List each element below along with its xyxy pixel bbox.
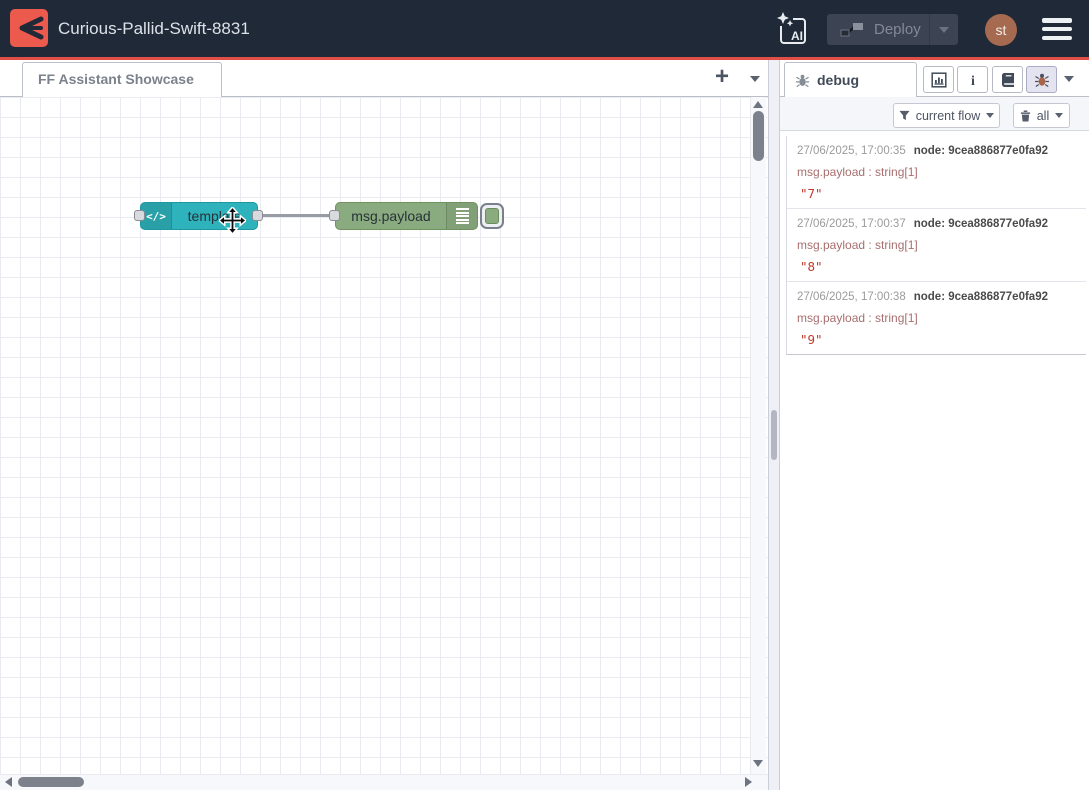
scroll-up-arrow-icon[interactable] bbox=[753, 101, 763, 108]
template-output-port[interactable] bbox=[252, 210, 263, 221]
bug-icon bbox=[1034, 72, 1050, 88]
move-cursor-icon bbox=[219, 207, 246, 239]
debug-filter-label: current flow bbox=[916, 109, 981, 123]
avatar[interactable]: st bbox=[985, 14, 1017, 46]
chevron-down-icon bbox=[1055, 113, 1063, 118]
tab-ff-assistant-showcase[interactable]: FF Assistant Showcase bbox=[22, 62, 222, 97]
debug-clear-button[interactable]: all bbox=[1013, 103, 1070, 128]
vertical-scroll-thumb[interactable] bbox=[753, 111, 764, 161]
help-docs-button[interactable] bbox=[992, 66, 1023, 93]
deploy-options-button[interactable] bbox=[929, 14, 958, 45]
deploy-button[interactable]: Deploy bbox=[827, 14, 958, 45]
message-node-id: node: 9cea886877e0fa92 bbox=[914, 145, 1048, 157]
svg-text:AI: AI bbox=[791, 29, 803, 43]
debug-message[interactable]: 27/06/2025, 17:00:37 node: 9cea886877e0fa… bbox=[787, 209, 1086, 282]
trash-icon bbox=[1020, 110, 1031, 122]
sidebar-tabs-chevron-icon[interactable] bbox=[1064, 76, 1074, 82]
chevron-down-icon bbox=[939, 27, 949, 33]
scroll-down-arrow-icon[interactable] bbox=[753, 760, 763, 767]
main-menu-button[interactable] bbox=[1042, 18, 1072, 40]
message-timestamp: 27/06/2025, 17:00:37 bbox=[797, 218, 906, 230]
bar-chart-icon bbox=[931, 72, 947, 88]
debug-message[interactable]: 27/06/2025, 17:00:38 node: 9cea886877e0fa… bbox=[787, 282, 1086, 354]
message-property-path: msg.payload : string[1] bbox=[797, 238, 1076, 252]
deploy-nodes-icon bbox=[840, 21, 864, 39]
canvas-horizontal-scrollbar[interactable] bbox=[0, 774, 768, 790]
debug-enable-toggle[interactable] bbox=[480, 203, 504, 229]
menu-bar-icon bbox=[1042, 36, 1072, 41]
message-property-path: msg.payload : string[1] bbox=[797, 311, 1076, 325]
dashboard-charts-button[interactable] bbox=[923, 66, 954, 93]
info-button[interactable]: i bbox=[957, 66, 988, 93]
menu-bar-icon bbox=[1042, 18, 1072, 23]
message-timestamp: 27/06/2025, 17:00:35 bbox=[797, 145, 906, 157]
message-value[interactable]: "7" bbox=[797, 187, 1076, 201]
ai-assistant-button[interactable]: AI bbox=[774, 10, 808, 48]
scroll-left-arrow-icon[interactable] bbox=[5, 777, 12, 787]
wire-template-to-debug[interactable] bbox=[262, 214, 337, 217]
debug-toggle-state bbox=[485, 208, 499, 224]
workspace-canvas[interactable] bbox=[0, 97, 768, 774]
template-input-port[interactable] bbox=[134, 210, 145, 221]
debug-filter-button[interactable]: current flow bbox=[893, 103, 1000, 128]
debug-input-port[interactable] bbox=[329, 210, 340, 221]
code-icon: </> bbox=[141, 203, 172, 229]
tab-debug[interactable]: debug bbox=[784, 62, 917, 97]
book-icon bbox=[1000, 72, 1016, 88]
node-debug[interactable]: msg.payload bbox=[335, 202, 478, 230]
message-value[interactable]: "8" bbox=[797, 260, 1076, 274]
message-value[interactable]: "9" bbox=[797, 333, 1076, 347]
message-property-path: msg.payload : string[1] bbox=[797, 165, 1076, 179]
horizontal-scroll-thumb[interactable] bbox=[18, 777, 84, 787]
add-flow-button[interactable]: + bbox=[708, 64, 736, 92]
message-node-id: node: 9cea886877e0fa92 bbox=[914, 218, 1048, 230]
debug-clear-label: all bbox=[1037, 109, 1050, 123]
page-title: Curious-Pallid-Swift-8831 bbox=[58, 0, 250, 57]
sidebar-tab-label: debug bbox=[817, 72, 859, 88]
message-timestamp: 27/06/2025, 17:00:38 bbox=[797, 291, 906, 303]
debug-message-list: 27/06/2025, 17:00:35 node: 9cea886877e0fa… bbox=[786, 136, 1086, 355]
node-red-editor: Curious-Pallid-Swift-8831 AI Deploy st bbox=[0, 0, 1089, 790]
flowfuse-logo-icon[interactable] bbox=[10, 9, 48, 47]
svg-text:i: i bbox=[971, 74, 975, 88]
debug-messages-icon bbox=[446, 203, 477, 229]
node-label: msg.payload bbox=[336, 203, 446, 229]
menu-bar-icon bbox=[1042, 27, 1072, 32]
splitter-handle[interactable] bbox=[771, 410, 777, 460]
deploy-main[interactable]: Deploy bbox=[827, 14, 929, 45]
chevron-down-icon bbox=[986, 113, 994, 118]
message-node-id: node: 9cea886877e0fa92 bbox=[914, 291, 1048, 303]
deploy-label: Deploy bbox=[874, 21, 921, 38]
logo-glyph bbox=[10, 9, 48, 47]
debug-tab-button[interactable] bbox=[1026, 66, 1057, 93]
scroll-right-arrow-icon[interactable] bbox=[745, 777, 752, 787]
bug-icon bbox=[795, 73, 810, 88]
canvas-vertical-scrollbar[interactable] bbox=[750, 97, 766, 774]
filter-funnel-icon bbox=[899, 110, 910, 121]
flow-list-chevron-icon[interactable] bbox=[750, 76, 760, 82]
debug-message[interactable]: 27/06/2025, 17:00:35 node: 9cea886877e0fa… bbox=[787, 136, 1086, 209]
info-icon: i bbox=[965, 72, 981, 88]
